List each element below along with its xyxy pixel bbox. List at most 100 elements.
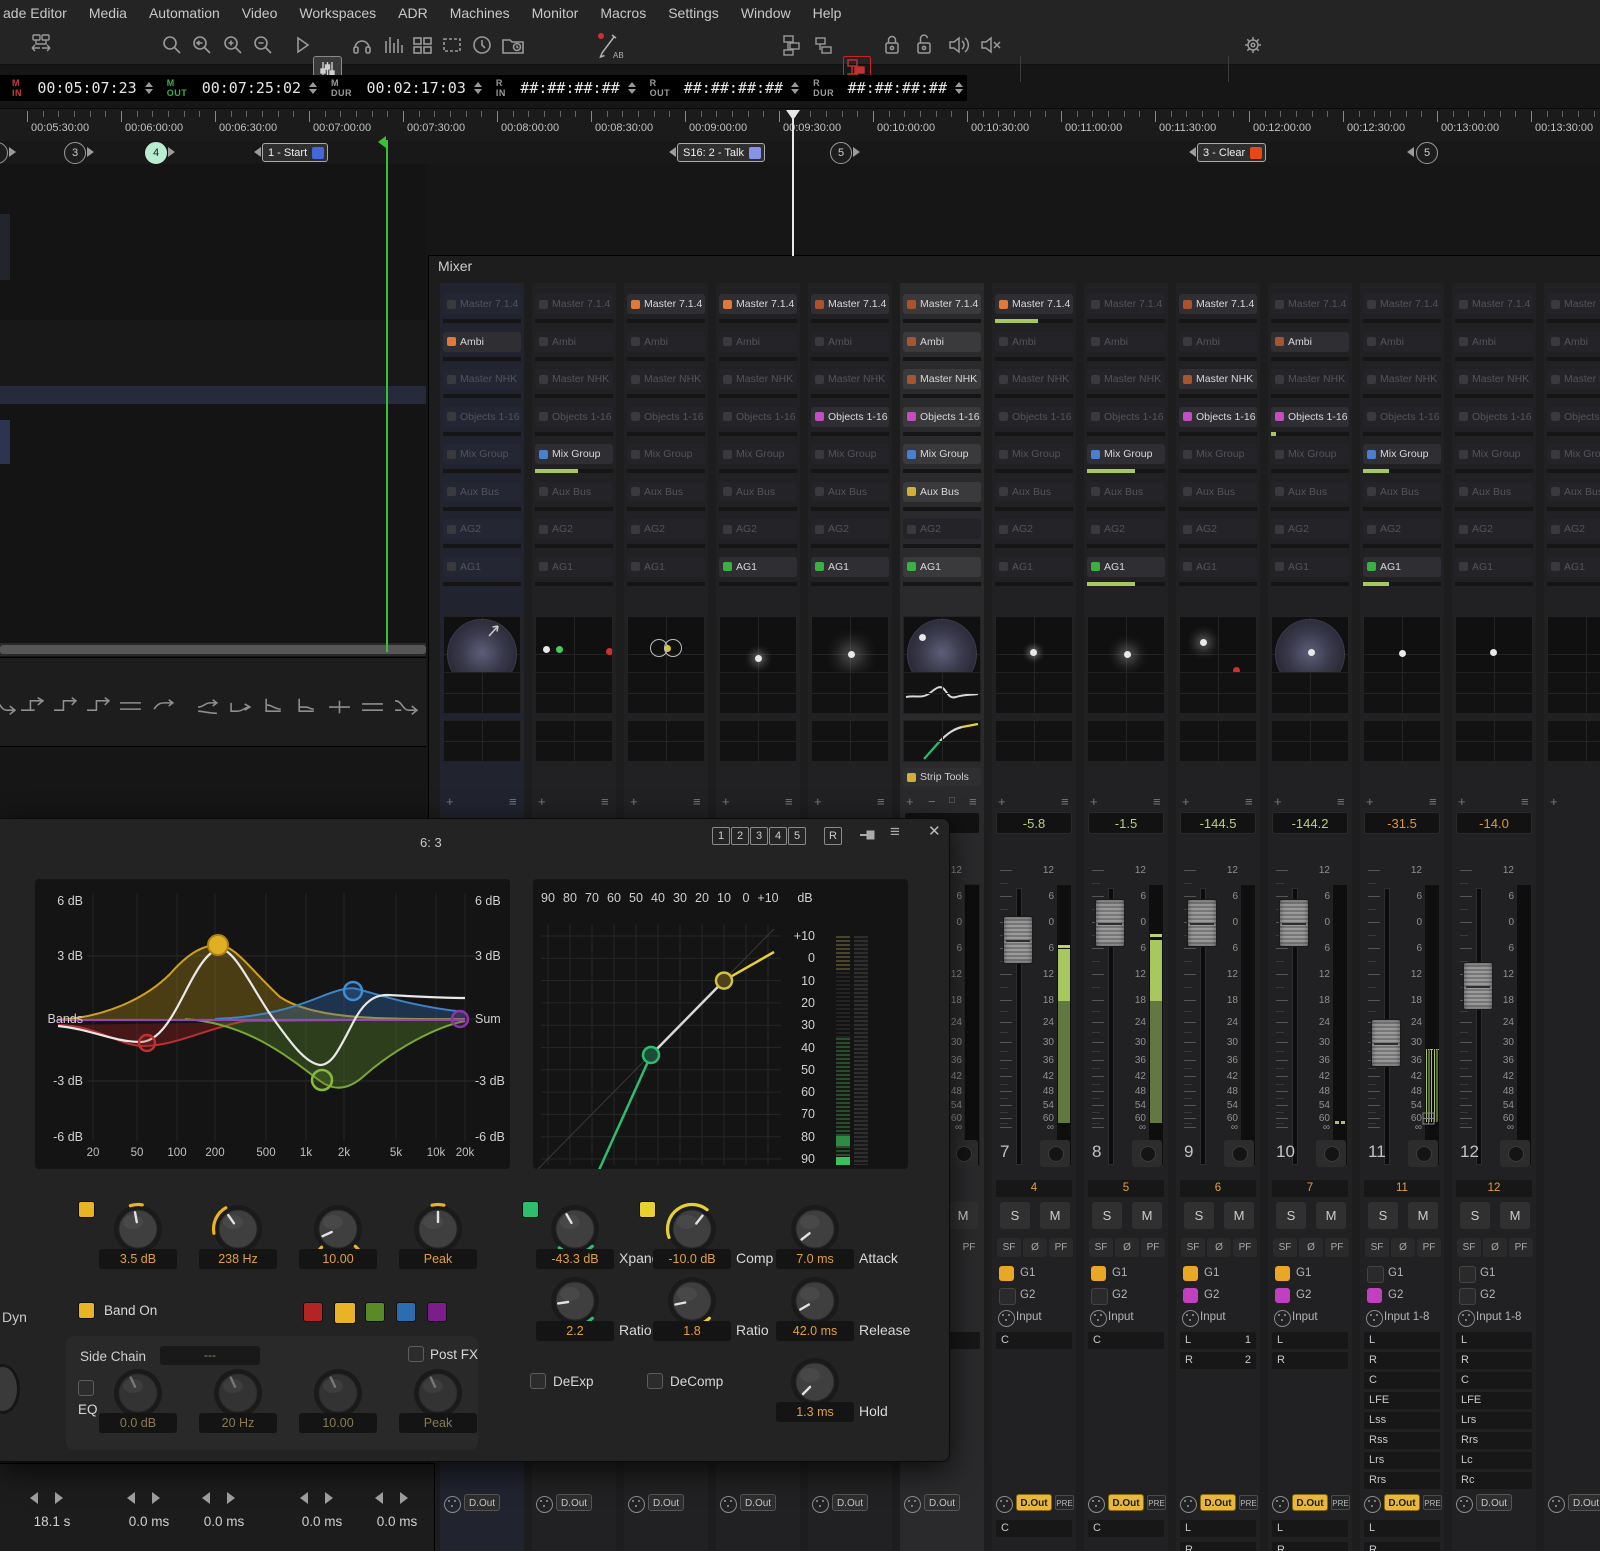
mute-button[interactable]: M — [1224, 1202, 1254, 1229]
direct-out-button[interactable]: D.Out — [464, 1494, 500, 1511]
deexp-checkbox[interactable] — [530, 1373, 546, 1389]
bus-assign-ag2[interactable]: AG2 — [443, 519, 521, 539]
media-pool-icon[interactable] — [500, 33, 526, 57]
marker-circle[interactable]: 4 — [145, 142, 167, 164]
direct-out-channel-field[interactable]: C — [1088, 1520, 1164, 1537]
flags-a-icon[interactable] — [780, 32, 806, 58]
direct-out-button[interactable]: D.Out — [1476, 1494, 1512, 1511]
bus-assign-ag1[interactable]: AG1 — [627, 557, 705, 577]
bus-assign-ag1[interactable]: AG1 — [719, 557, 797, 577]
fader-handle[interactable] — [1371, 1019, 1401, 1067]
bus-assign-master-7-1-4[interactable]: Master 7.1.4 — [535, 294, 613, 314]
automation-mode-icon-6[interactable] — [152, 696, 176, 716]
play-icon[interactable] — [290, 33, 314, 57]
bus-assign-ambi[interactable]: Ambi — [1271, 332, 1349, 352]
input-channel-field[interactable]: C — [996, 1332, 1072, 1349]
phase-button[interactable]: Ø — [1207, 1238, 1231, 1257]
strip-menu-button[interactable]: ≡ — [509, 794, 517, 809]
record-arm-button[interactable] — [1132, 1140, 1162, 1167]
solo-button[interactable]: S — [1368, 1202, 1398, 1229]
sc-eq-checkbox[interactable] — [78, 1380, 94, 1396]
bus-assign-master-7-1-4[interactable]: Master 7.1.4 — [1547, 294, 1600, 314]
fader-value-box[interactable]: -31.5 — [1364, 812, 1440, 834]
pan-position-dot[interactable] — [848, 651, 855, 658]
strip-menu-button[interactable]: ≡ — [1521, 794, 1529, 809]
add-plugin-button[interactable]: + — [1550, 794, 1558, 809]
direct-out-channel-field[interactable]: R — [1272, 1542, 1348, 1551]
nudge-value[interactable]: 0.0 ms — [194, 1514, 254, 1529]
bus-assign-ag1[interactable]: AG1 — [1547, 557, 1600, 577]
strip-menu-button[interactable]: ≡ — [785, 794, 793, 809]
side-chain-source-select[interactable]: --- — [160, 1346, 260, 1365]
insert-slot[interactable] — [535, 720, 613, 762]
timecode-value[interactable]: 00:05:07:23 — [37, 79, 136, 97]
bus-assign-ag2[interactable]: AG2 — [627, 519, 705, 539]
marker-arrow[interactable] — [1407, 147, 1414, 157]
direct-out-button[interactable]: D.Out — [1292, 1494, 1328, 1511]
bus-assign-master-nhk[interactable]: Master NHK — [995, 369, 1073, 389]
plugin-config-button-4[interactable]: 4 — [769, 827, 787, 845]
group-2-toggle[interactable] — [1183, 1288, 1198, 1303]
menu-item-workspaces[interactable]: Workspaces — [299, 5, 376, 21]
bus-assign-ag2[interactable]: AG2 — [1363, 519, 1441, 539]
pan-position-dot[interactable] — [1490, 649, 1497, 656]
band-q-value[interactable]: 10.00 — [299, 1249, 377, 1269]
pan-position-dot[interactable] — [1308, 649, 1315, 656]
input-channel-field[interactable]: Lrs — [1364, 1452, 1440, 1469]
bus-assign-ambi[interactable]: Ambi — [995, 332, 1073, 352]
input-channel-field[interactable]: Lrs — [1456, 1412, 1532, 1429]
bus-assign-aux-bus[interactable]: Aux Bus — [1455, 482, 1533, 502]
group-1-toggle[interactable] — [1183, 1266, 1198, 1281]
bus-assign-master-nhk[interactable]: Master NHK — [1455, 369, 1533, 389]
input-channel-field[interactable]: R — [1456, 1352, 1532, 1369]
bus-assign-ag2[interactable]: AG2 — [995, 519, 1073, 539]
pan-position-dot[interactable] — [1124, 651, 1131, 658]
bus-assign-aux-bus[interactable]: Aux Bus — [627, 482, 705, 502]
phase-button[interactable]: Ø — [1115, 1238, 1139, 1257]
menu-item-macros[interactable]: Macros — [600, 5, 646, 21]
bus-assign-ag1[interactable]: AG1 — [995, 557, 1073, 577]
green-playhead-cap[interactable] — [378, 136, 386, 148]
add-plugin-button[interactable]: + — [1182, 794, 1190, 809]
automation-mode-icon-1[interactable] — [0, 696, 16, 716]
direct-out-button[interactable]: D.Out — [1200, 1494, 1236, 1511]
fader-handle[interactable] — [1463, 962, 1493, 1010]
fader-handle[interactable] — [1095, 899, 1125, 947]
automation-mode-icon-3[interactable] — [53, 696, 77, 716]
insert-slot[interactable] — [1547, 720, 1600, 762]
record-arm-button[interactable] — [1316, 1140, 1346, 1167]
fader-track[interactable] — [1476, 888, 1482, 1165]
strip-menu-button[interactable]: ≡ — [877, 794, 885, 809]
bus-assign-ag1[interactable]: AG1 — [535, 557, 613, 577]
input-channel-field[interactable]: Lc — [1456, 1452, 1532, 1469]
bus-assign-aux-bus[interactable]: Aux Bus — [535, 482, 613, 502]
insert-slot[interactable] — [443, 672, 521, 714]
h-scrollbar-thumb[interactable] — [0, 645, 426, 654]
marker-flag[interactable]: 3 - Clear — [1197, 143, 1266, 162]
input-channel-field[interactable]: C — [1088, 1332, 1164, 1349]
automation-mode-icon-12[interactable] — [361, 696, 385, 716]
phase-button[interactable]: Ø — [1391, 1238, 1415, 1257]
automation-mode-icon-10[interactable] — [295, 696, 319, 716]
pre-button[interactable]: PRE — [1331, 1495, 1350, 1510]
direct-out-button[interactable]: D.Out — [832, 1494, 868, 1511]
band-gain-enable-toggle[interactable] — [78, 1201, 95, 1218]
bus-assign-ambi[interactable]: Ambi — [811, 332, 889, 352]
group-1-toggle[interactable] — [1459, 1266, 1476, 1283]
insert-slot[interactable] — [903, 720, 981, 762]
insert-slot[interactable] — [1271, 720, 1349, 762]
automation-mode-icon-9[interactable] — [262, 696, 286, 716]
insert-slot[interactable] — [1455, 720, 1533, 762]
sf-button[interactable]: SF — [997, 1238, 1021, 1257]
mute-button[interactable]: M — [1408, 1202, 1438, 1229]
pf-button[interactable]: PF — [1417, 1238, 1441, 1257]
bus-assign-ag2[interactable]: AG2 — [535, 519, 613, 539]
bus-assign-mix-group[interactable]: Mix Group — [535, 444, 613, 464]
timeline-track-area[interactable] — [0, 164, 426, 656]
bus-assign-objects-1-16[interactable]: Objects 1-16 — [443, 407, 521, 427]
nudge-left-arrow[interactable] — [375, 1492, 383, 1504]
bus-assign-ambi[interactable]: Ambi — [1455, 332, 1533, 352]
fader-handle[interactable] — [1187, 899, 1217, 947]
mute-button[interactable]: M — [1316, 1202, 1346, 1229]
timecode-value[interactable]: ##:##:##:## — [520, 79, 619, 97]
